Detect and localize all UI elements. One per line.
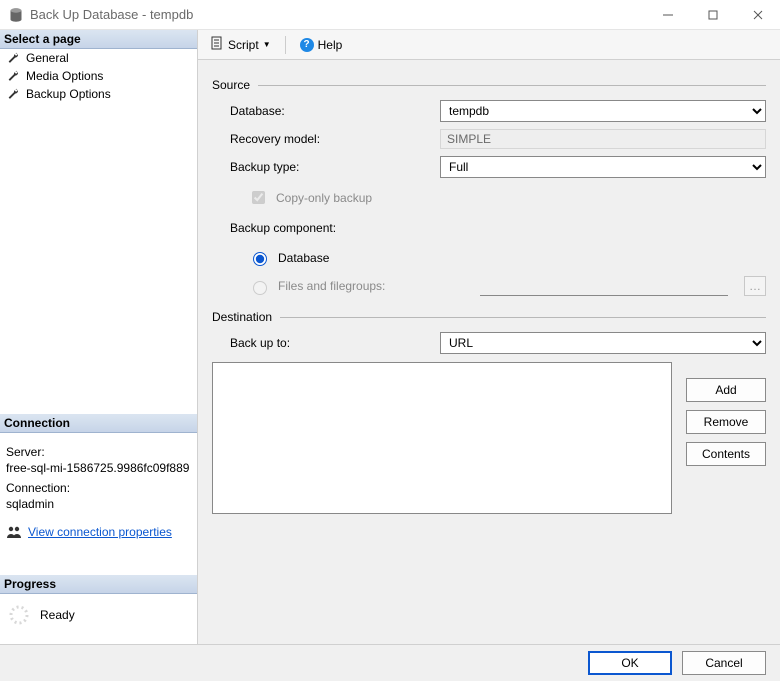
filegroups-browse-button: … <box>744 276 766 296</box>
toolbar-separator <box>285 36 286 54</box>
radio-files <box>253 281 267 295</box>
radio-database-label: Database <box>278 251 329 265</box>
help-label: Help <box>318 38 343 52</box>
nav-item-label: General <box>26 51 69 65</box>
destination-group-label: Destination <box>212 310 272 324</box>
window-buttons <box>645 0 780 30</box>
database-icon <box>8 7 24 23</box>
help-icon: ? <box>300 38 314 52</box>
progress-body: Ready <box>0 594 197 644</box>
title-bar: Back Up Database - tempdb <box>0 0 780 30</box>
minimize-button[interactable] <box>645 0 690 30</box>
nav-item-label: Backup Options <box>26 87 111 101</box>
contents-button[interactable]: Contents <box>686 442 766 466</box>
page-nav-list: General Media Options Backup Options <box>0 49 197 103</box>
left-panel: Select a page General Media Options Back… <box>0 30 198 644</box>
connection-label: Connection: <box>6 481 191 495</box>
server-label: Server: <box>6 445 191 459</box>
connection-value: sqladmin <box>6 497 191 511</box>
nav-item-general[interactable]: General <box>0 49 197 67</box>
server-value: free-sql-mi-1586725.9986fc09f889 <box>6 461 191 475</box>
copy-only-label: Copy-only backup <box>276 191 372 205</box>
remove-button[interactable]: Remove <box>686 410 766 434</box>
dialog-footer: OK Cancel <box>0 644 780 681</box>
radio-files-label: Files and filegroups: <box>278 279 428 293</box>
source-group: Source <box>212 78 766 92</box>
progress-spinner-icon <box>8 604 30 626</box>
close-button[interactable] <box>735 0 780 30</box>
copy-only-checkbox <box>252 191 265 204</box>
window-title: Back Up Database - tempdb <box>30 7 645 22</box>
progress-status: Ready <box>40 608 75 622</box>
backup-to-select[interactable]: URL <box>440 332 766 354</box>
add-button[interactable]: Add <box>686 378 766 402</box>
maximize-button[interactable] <box>690 0 735 30</box>
people-icon <box>6 525 22 539</box>
script-icon <box>210 36 224 53</box>
recovery-model-value: SIMPLE <box>440 129 766 149</box>
filegroups-field <box>480 276 728 296</box>
connection-info: Server: free-sql-mi-1586725.9986fc09f889… <box>0 433 197 551</box>
connection-header: Connection <box>0 414 197 433</box>
nav-item-backup-options[interactable]: Backup Options <box>0 85 197 103</box>
destination-list[interactable] <box>212 362 672 514</box>
content-area: Source Database: tempdb Recovery model: … <box>198 60 780 644</box>
radio-database[interactable] <box>253 252 267 266</box>
right-panel: Script ▼ ? Help Source Database: tempdb <box>198 30 780 644</box>
script-button[interactable]: Script ▼ <box>206 34 275 55</box>
toolbar: Script ▼ ? Help <box>198 30 780 60</box>
wrench-icon <box>6 69 20 83</box>
nav-item-label: Media Options <box>26 69 103 83</box>
wrench-icon <box>6 51 20 65</box>
progress-header: Progress <box>0 575 197 594</box>
nav-item-media-options[interactable]: Media Options <box>0 67 197 85</box>
backup-to-label: Back up to: <box>230 336 440 350</box>
destination-group: Destination <box>212 310 766 324</box>
script-label: Script <box>228 38 259 52</box>
view-connection-properties-link[interactable]: View connection properties <box>28 525 172 539</box>
backup-type-label: Backup type: <box>230 160 440 174</box>
database-select[interactable]: tempdb <box>440 100 766 122</box>
cancel-button[interactable]: Cancel <box>682 651 766 675</box>
recovery-model-label: Recovery model: <box>230 132 440 146</box>
backup-component-label: Backup component: <box>230 221 440 235</box>
wrench-icon <box>6 87 20 101</box>
database-label: Database: <box>230 104 440 118</box>
chevron-down-icon: ▼ <box>263 40 271 49</box>
source-group-label: Source <box>212 78 250 92</box>
backup-type-select[interactable]: Full <box>440 156 766 178</box>
ok-button[interactable]: OK <box>588 651 672 675</box>
help-button[interactable]: ? Help <box>296 36 347 54</box>
select-page-header: Select a page <box>0 30 197 49</box>
